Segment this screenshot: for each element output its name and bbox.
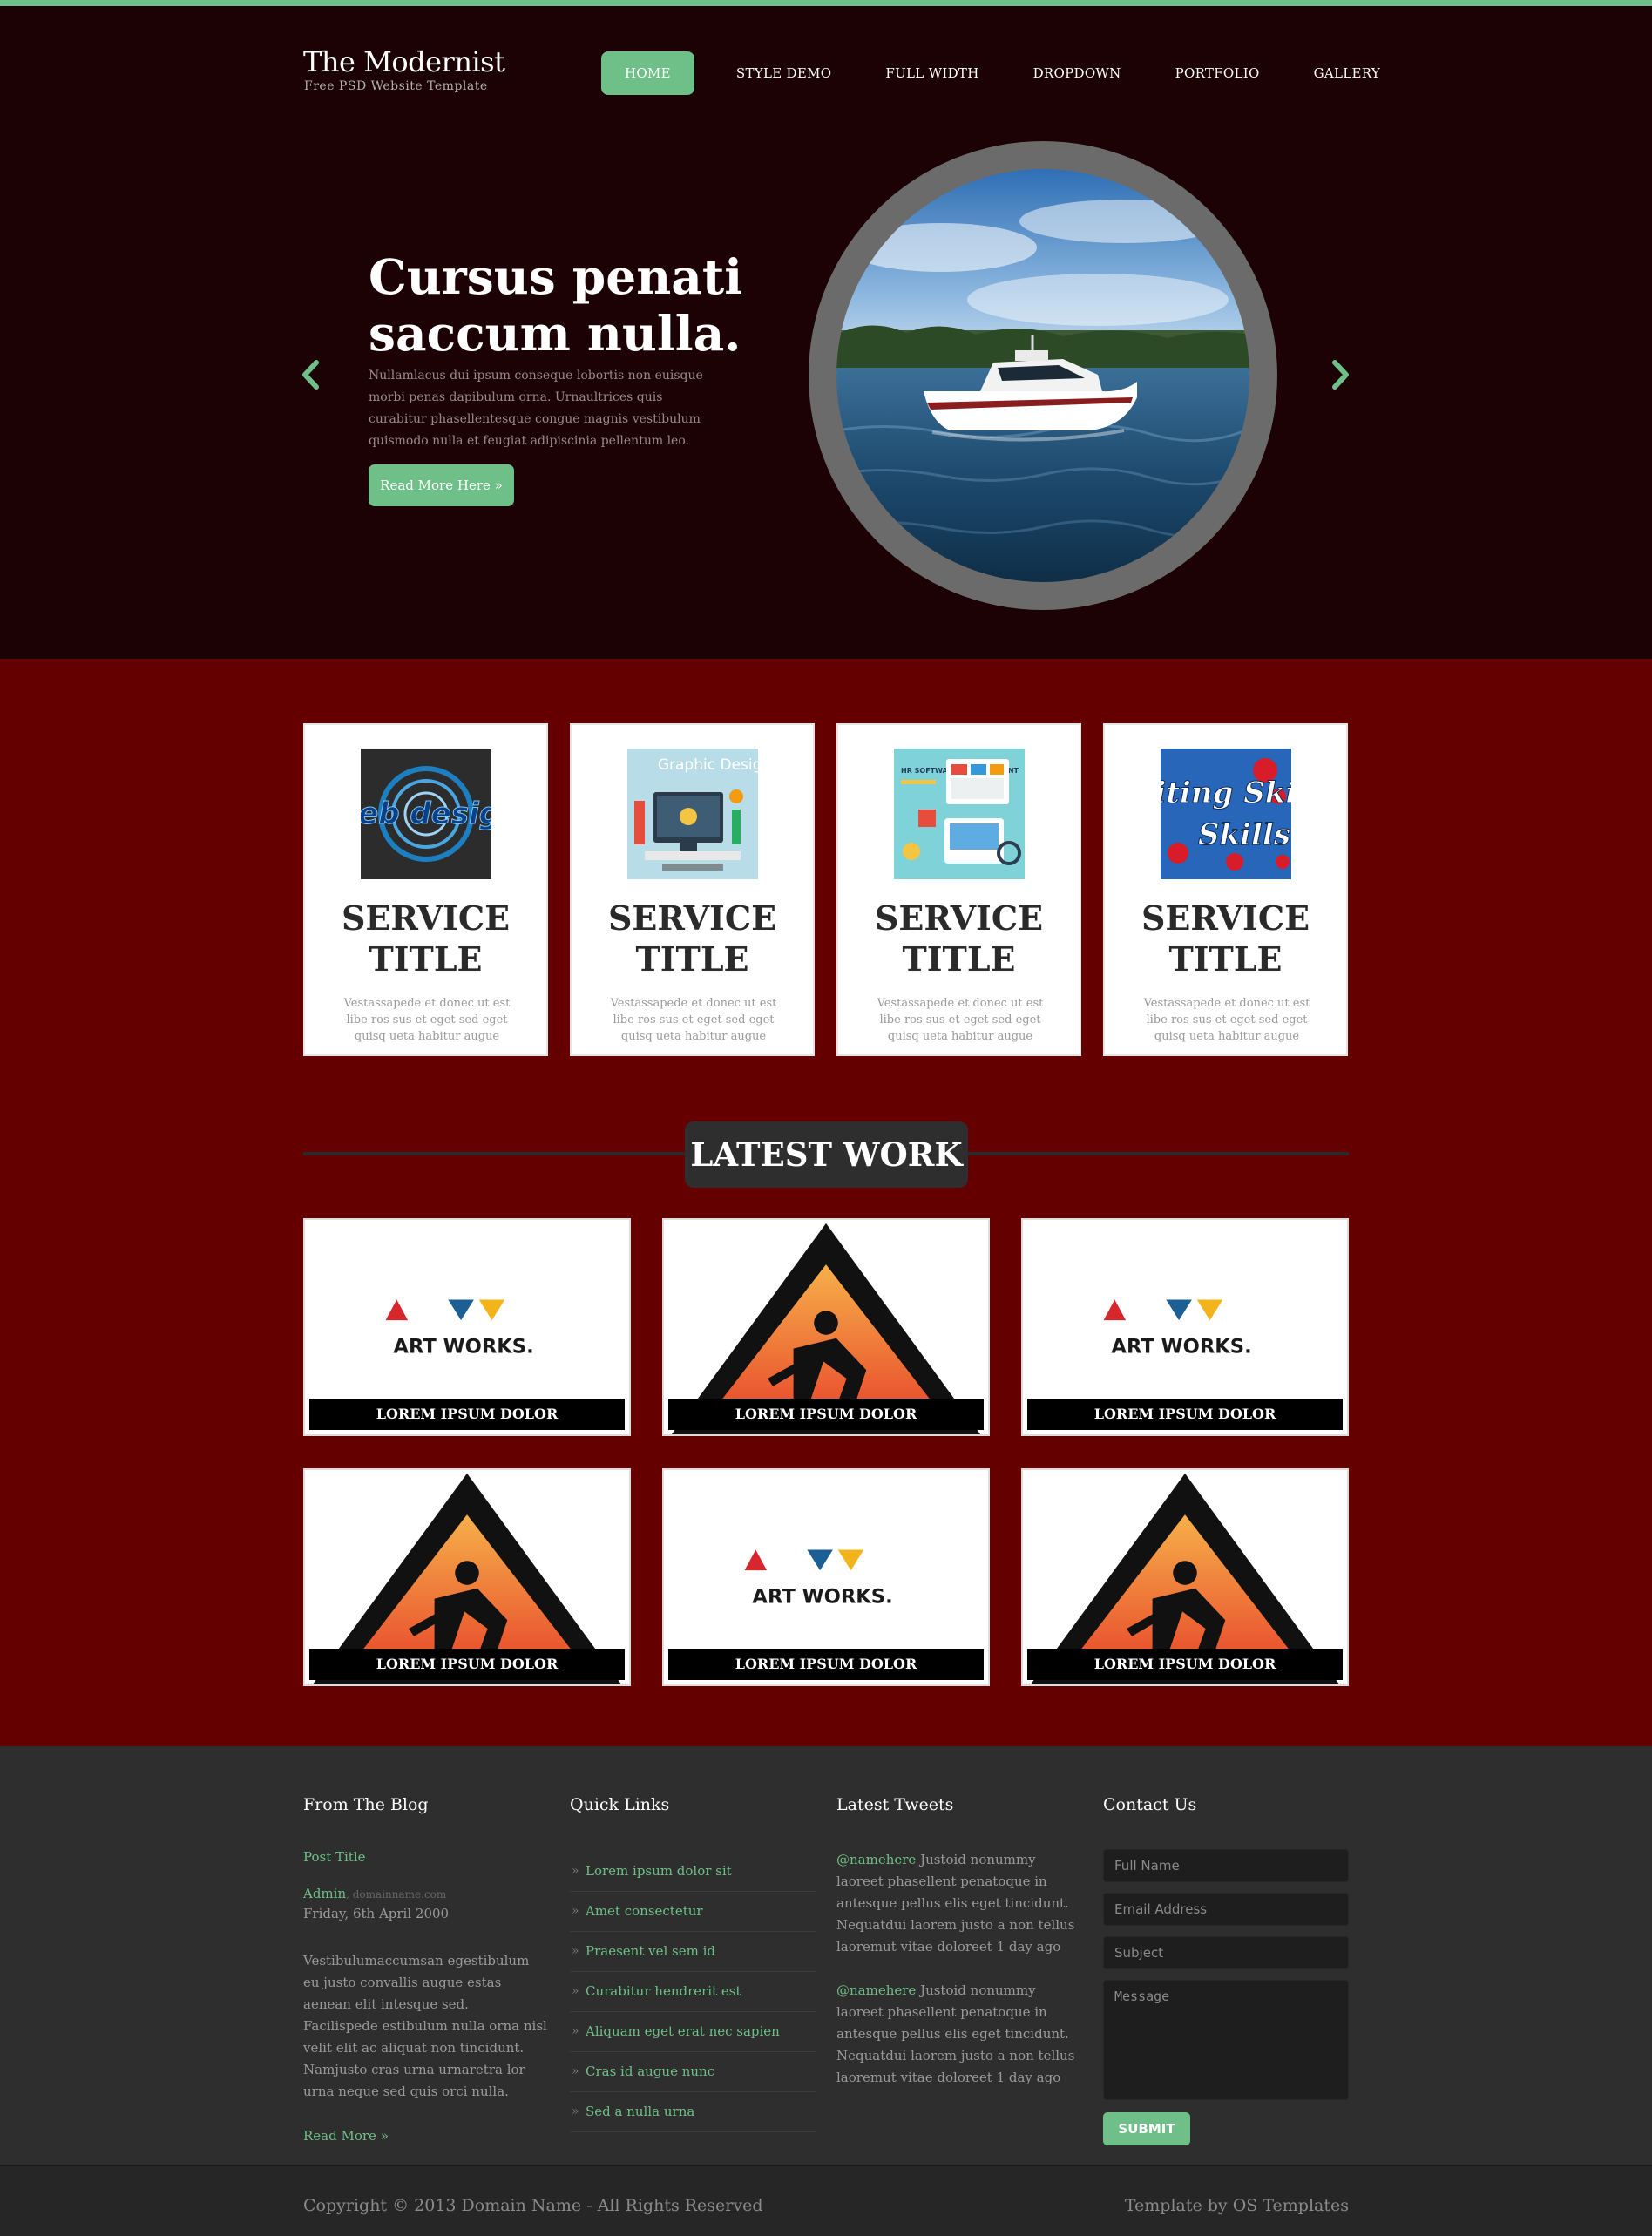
work-item[interactable]: ART WORKS. LOREM IPSUM DOLOR	[303, 1218, 631, 1436]
chevron-right-icon: »	[572, 2104, 579, 2118]
service-text: Vestassapede et donec ut est libe ros su…	[1143, 997, 1310, 1043]
service-card[interactable]: Graphic Design SERVICE TITLE Vestassaped…	[570, 723, 815, 1056]
tweet: @namehere Justoid nonummy laoreet phasel…	[836, 1849, 1080, 1958]
footer-contact-heading: Contact Us	[1103, 1795, 1197, 1814]
quick-link[interactable]: » Aliquam eget erat nec sapien	[570, 2012, 816, 2052]
quick-link[interactable]: » Praesent vel sem id	[570, 1932, 816, 1972]
svg-text:Writing Skills: Writing Skills	[1161, 776, 1291, 810]
hero-boat-image	[809, 141, 1277, 610]
quick-link[interactable]: » Lorem ipsum dolor sit	[570, 1852, 816, 1892]
slider-prev-chevron-left-icon[interactable]	[300, 359, 321, 390]
blog-post-meta: Admin, domainname.com	[303, 1886, 446, 1901]
site-logo-subtitle: Free PSD Website Template	[304, 79, 488, 93]
hero-heading: Cursus penati saccum nulla.	[369, 248, 743, 362]
email-field[interactable]: Email Address	[1103, 1893, 1349, 1926]
service-card[interactable]: web design SERVICE TITLE Vestassapede et…	[303, 723, 548, 1056]
work-item[interactable]: LOREM IPSUM DOLOR	[303, 1468, 631, 1686]
main-content: web design SERVICE TITLE Vestassapede et…	[0, 659, 1652, 1746]
svg-text:ART WORKS.: ART WORKS.	[1111, 1336, 1251, 1359]
quick-link[interactable]: » Curabitur hendrerit est	[570, 1972, 816, 2012]
svg-text:web design: web design	[361, 796, 491, 831]
message-field[interactable]: Message	[1103, 1980, 1349, 2100]
work-caption: LOREM IPSUM DOLOR	[668, 1649, 984, 1680]
nav-full-width[interactable]: FULL WIDTH	[863, 51, 1001, 95]
nav-gallery[interactable]: GALLERY	[1291, 51, 1404, 95]
blog-post-title-link[interactable]: Post Title	[303, 1849, 366, 1865]
work-item[interactable]: LOREM IPSUM DOLOR	[662, 1218, 990, 1436]
header-hero: The Modernist Free PSD Website Template …	[0, 6, 1652, 659]
web-design-image: web design	[361, 749, 491, 879]
quick-link[interactable]: » Sed a nulla urna	[570, 2092, 816, 2132]
slider-next-chevron-right-icon[interactable]	[1330, 359, 1351, 390]
hero-text: Nullamlacus dui ipsum conseque lobortis …	[369, 369, 703, 448]
service-title: SERVICE TITLE	[607, 898, 777, 979]
service-card[interactable]: Writing Skills Skills SERVICE TITLE Vest…	[1103, 723, 1348, 1056]
blog-post-excerpt: Vestibulumaccumsan egestibulum eu justo …	[303, 1953, 547, 2099]
chevron-right-icon: »	[572, 2064, 579, 2078]
copyright-bar: Copyright © 2013 Domain Name - All Right…	[0, 2165, 1652, 2236]
service-text: Vestassapede et donec ut est libe ros su…	[343, 997, 511, 1043]
tweet: @namehere Justoid nonummy laoreet phasel…	[836, 1980, 1080, 2089]
work-caption: LOREM IPSUM DOLOR	[309, 1649, 625, 1680]
service-title: SERVICE TITLE	[874, 898, 1044, 979]
blog-author-link[interactable]: Admin	[303, 1886, 346, 1901]
chevron-right-icon: »	[572, 2024, 579, 2038]
service-title: SERVICE TITLE	[341, 898, 511, 979]
service-text: Vestassapede et donec ut est libe ros su…	[610, 997, 777, 1043]
work-item[interactable]: ART WORKS. LOREM IPSUM DOLOR	[662, 1468, 990, 1686]
latest-work-heading: LATEST WORK	[685, 1121, 968, 1188]
svg-text:Graphic Design: Graphic Design	[658, 756, 758, 774]
template-credit-link[interactable]: Template by OS Templates	[1125, 2196, 1349, 2215]
work-caption: LOREM IPSUM DOLOR	[668, 1399, 984, 1430]
tweet-handle-link[interactable]: @namehere	[836, 1852, 916, 1867]
footer-blog-heading: From The Blog	[303, 1795, 429, 1814]
work-caption: LOREM IPSUM DOLOR	[309, 1399, 625, 1430]
work-caption: LOREM IPSUM DOLOR	[1027, 1649, 1343, 1680]
graphic-design-image: Graphic Design	[627, 749, 758, 879]
svg-text:ART WORKS.: ART WORKS.	[393, 1336, 533, 1359]
submit-button[interactable]: SUBMIT	[1103, 2112, 1190, 2145]
site-logo-title[interactable]: The Modernist	[303, 45, 505, 78]
nav-style-demo[interactable]: STYLE DEMO	[714, 51, 855, 95]
blog-read-more-link[interactable]: Read More »	[303, 2128, 389, 2144]
quick-link[interactable]: » Cras id augue nunc	[570, 2052, 816, 2092]
top-accent-line	[0, 0, 1652, 6]
footer: From The Blog Post Title Admin, domainna…	[0, 1746, 1652, 2165]
service-title: SERVICE TITLE	[1141, 898, 1310, 979]
chevron-right-icon: »	[572, 1864, 579, 1878]
tweet-handle-link[interactable]: @namehere	[836, 1982, 916, 1998]
quick-links-list: » Lorem ipsum dolor sit » Amet consectetur…	[570, 1852, 816, 2132]
main-nav: HOME STYLE DEMO FULL WIDTH DROPDOWN PORT…	[601, 48, 1412, 98]
blog-post-date: Friday, 6th April 2000	[303, 1906, 450, 1921]
subject-field[interactable]: Subject	[1103, 1936, 1349, 1969]
quick-link[interactable]: » Amet consectetur	[570, 1892, 816, 1932]
hero-read-more-button[interactable]: Read More Here »	[369, 464, 514, 506]
full-name-field[interactable]: Full Name	[1103, 1849, 1349, 1882]
copyright-text: Copyright © 2013 Domain Name - All Right…	[303, 2196, 763, 2215]
nav-portfolio[interactable]: PORTFOLIO	[1153, 51, 1283, 95]
blog-author-domain: , domainname.com	[346, 1888, 447, 1901]
service-text: Vestassapede et donec ut est libe ros su…	[877, 997, 1044, 1043]
hr-software-image: HR SOFTWARE DEVELOPMENT	[894, 749, 1025, 879]
footer-quick-links-heading: Quick Links	[570, 1795, 670, 1814]
svg-text:Skills: Skills	[1198, 817, 1290, 852]
footer-tweets-heading: Latest Tweets	[836, 1795, 954, 1814]
work-item[interactable]: LOREM IPSUM DOLOR	[1021, 1468, 1349, 1686]
writing-skills-image: Writing Skills Skills	[1161, 749, 1291, 879]
chevron-right-icon: »	[572, 1904, 579, 1918]
chevron-right-icon: »	[572, 1984, 579, 1998]
service-card[interactable]: HR SOFTWARE DEVELOPMENT SERVICE TITLE Ve…	[836, 723, 1081, 1056]
work-item[interactable]: ART WORKS. LOREM IPSUM DOLOR	[1021, 1218, 1349, 1436]
chevron-right-icon: »	[572, 1944, 579, 1958]
work-caption: LOREM IPSUM DOLOR	[1027, 1399, 1343, 1430]
nav-home[interactable]: HOME	[601, 51, 694, 95]
svg-text:ART WORKS.: ART WORKS.	[752, 1586, 892, 1609]
nav-dropdown[interactable]: DROPDOWN	[1011, 51, 1144, 95]
